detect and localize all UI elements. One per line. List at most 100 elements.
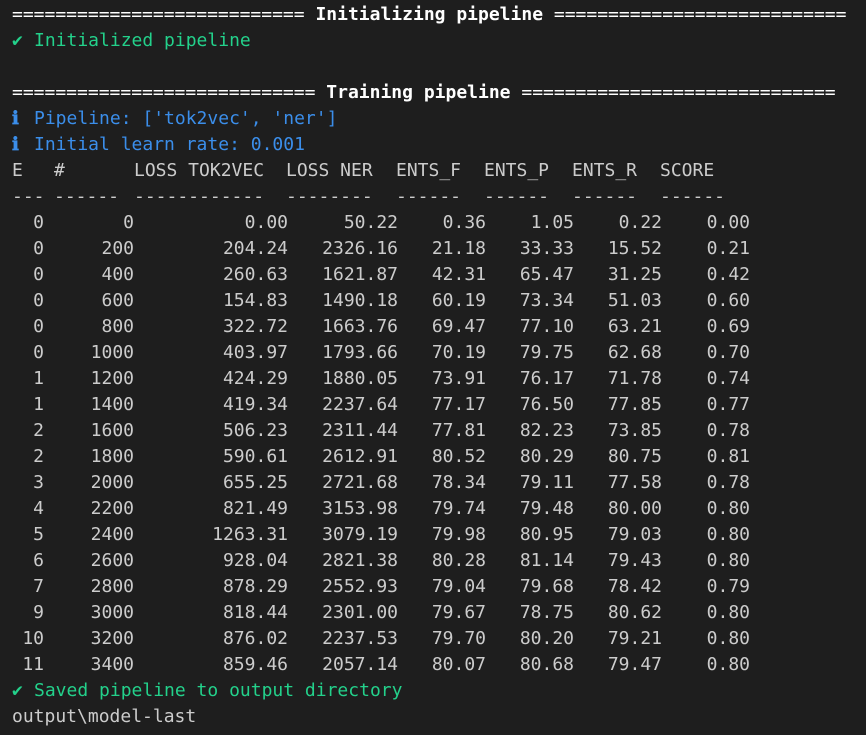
table-cell: 33.33: [519, 238, 574, 259]
table-cell: 2: [33, 420, 44, 441]
info-line-learn-rate: ℹ Initial learn rate: 0.001: [12, 132, 866, 158]
info-icon: ℹ: [12, 134, 19, 155]
table-cell: 0: [33, 316, 44, 337]
table-cell: 60.19: [431, 290, 486, 311]
train-header-title: Training pipeline: [326, 82, 511, 103]
table-cell: 2301.00: [322, 602, 398, 623]
table-cell: 0: [33, 238, 44, 259]
table-cell: 2057.14: [322, 654, 398, 675]
table-cell: 424.29: [222, 368, 288, 389]
init-success-line: ✔ Initialized pipeline: [12, 28, 866, 54]
table-cell: 79.67: [431, 602, 486, 623]
table-cell: 77.85: [607, 394, 662, 415]
column-header: ENTS_R: [572, 160, 638, 181]
column-header: LOSS NER: [286, 160, 373, 181]
column-header: ENTS_P: [484, 160, 550, 181]
table-body: 0 0 0.00 50.22 0.36 1.05 0.22 0.00 0 200 204.24 232…: [12, 210, 866, 678]
table-cell: 80.95: [519, 524, 574, 545]
table-cell: 0.80: [706, 498, 750, 519]
table-cell: 322.72: [222, 316, 288, 337]
table-row: 1 1200 424.29 1880.05 73.91 76.17 71.78 0.74: [12, 366, 866, 392]
table-cell: 0.74: [706, 368, 750, 389]
table-row: 0 0 0.00 50.22 0.36 1.05 0.22 0.00: [12, 210, 866, 236]
table-cell: 1400: [90, 394, 134, 415]
column-divider: ---: [12, 186, 45, 207]
table-cell: 0.70: [706, 342, 750, 363]
table-row: 1 1400 419.34 2237.64 77.17 76.50 77.85 0.77: [12, 392, 866, 418]
table-row: 3 2000 655.25 2721.68 78.34 79.11 77.58 0.78: [12, 470, 866, 496]
table-cell: 77.81: [431, 420, 486, 441]
table-cell: 1000: [90, 342, 134, 363]
table-cell: 79.75: [519, 342, 574, 363]
table-cell: 50.22: [343, 212, 398, 233]
table-cell: 65.47: [519, 264, 574, 285]
column-header: LOSS TOK2VEC: [134, 160, 265, 181]
table-cell: 0.81: [706, 446, 750, 467]
table-cell: 0.00: [706, 212, 750, 233]
table-cell: 79.04: [431, 576, 486, 597]
table-cell: 0.80: [706, 602, 750, 623]
column-header: E: [12, 160, 23, 181]
table-cell: 79.11: [519, 472, 574, 493]
table-cell: 42.31: [431, 264, 486, 285]
table-cell: 0.78: [706, 420, 750, 441]
table-cell: 0.22: [618, 212, 662, 233]
table-cell: 1490.18: [322, 290, 398, 311]
column-divider: ------: [396, 186, 462, 207]
table-cell: 3400: [90, 654, 134, 675]
column-divider: ------: [54, 186, 120, 207]
table-cell: 2721.68: [322, 472, 398, 493]
table-cell: 2000: [90, 472, 134, 493]
table-cell: 1: [33, 368, 44, 389]
saved-success-line: ✔ Saved pipeline to output directory: [12, 678, 866, 704]
column-divider: ------: [660, 186, 726, 207]
table-cell: 82.23: [519, 420, 574, 441]
table-cell: 1: [33, 394, 44, 415]
table-divider-row: --- ------ ------------ -------- ------ …: [12, 184, 866, 210]
table-row: 6 2600 928.04 2821.38 80.28 81.14 79.43 0.80: [12, 548, 866, 574]
table-cell: 0: [123, 212, 134, 233]
table-cell: 80.75: [607, 446, 662, 467]
table-cell: 818.44: [222, 602, 288, 623]
table-cell: 80.20: [519, 628, 574, 649]
table-cell: 76.17: [519, 368, 574, 389]
table-cell: 3153.98: [322, 498, 398, 519]
table-cell: 79.98: [431, 524, 486, 545]
checkmark-icon: ✔: [12, 30, 23, 51]
column-divider: ------: [572, 186, 638, 207]
table-cell: 7: [33, 576, 44, 597]
table-cell: 260.63: [222, 264, 288, 285]
table-row: 0 1000 403.97 1793.66 70.19 79.75 62.68 0.70: [12, 340, 866, 366]
output-path-line: output\model-last: [12, 704, 866, 730]
table-cell: 403.97: [222, 342, 288, 363]
table-cell: 2400: [90, 524, 134, 545]
table-cell: 78.34: [431, 472, 486, 493]
table-cell: 0: [33, 342, 44, 363]
header-separator-left: ============================: [12, 82, 316, 103]
table-cell: 4: [33, 498, 44, 519]
table-cell: 10: [22, 628, 44, 649]
table-row: 9 3000 818.44 2301.00 79.67 78.75 80.62 0.80: [12, 600, 866, 626]
table-cell: 0: [33, 212, 44, 233]
table-cell: 0.77: [706, 394, 750, 415]
table-cell: 1621.87: [322, 264, 398, 285]
init-success-text: Initialized pipeline: [34, 30, 251, 51]
table-cell: 9: [33, 602, 44, 623]
table-cell: 15.52: [607, 238, 662, 259]
table-row: 2 1600 506.23 2311.44 77.81 82.23 73.85 0.78: [12, 418, 866, 444]
column-header: SCORE: [660, 160, 715, 181]
table-cell: 419.34: [222, 394, 288, 415]
table-cell: 63.21: [607, 316, 662, 337]
table-cell: 3079.19: [322, 524, 398, 545]
table-cell: 2800: [90, 576, 134, 597]
table-cell: 76.50: [519, 394, 574, 415]
table-cell: 0.36: [442, 212, 486, 233]
table-cell: 200: [101, 238, 134, 259]
table-cell: 62.68: [607, 342, 662, 363]
table-cell: 71.78: [607, 368, 662, 389]
table-row: 11 3400 859.46 2057.14 80.07 80.68 79.47 0.80: [12, 652, 866, 678]
header-separator-right: ===========================: [553, 4, 847, 25]
table-cell: 21.18: [431, 238, 486, 259]
table-cell: 2200: [90, 498, 134, 519]
